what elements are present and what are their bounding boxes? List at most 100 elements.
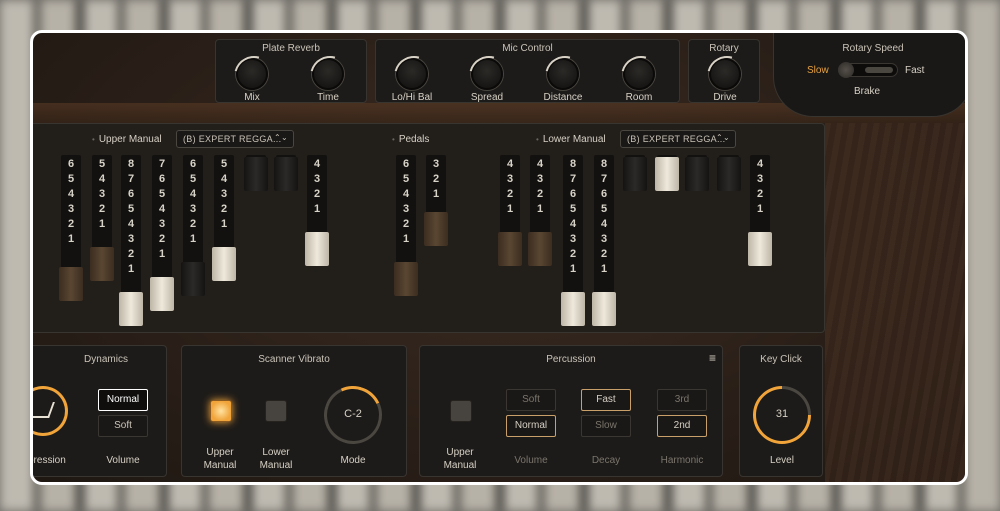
drawbar-handle[interactable] [424,212,448,246]
perc-harmonic-label: Harmonic [660,455,704,466]
perc-volume-soft-button[interactable]: Soft [506,389,556,411]
drawbar-10[interactable]: 6 5 4 3 2 1 [394,155,418,296]
drawbar-15[interactable]: 8 7 6 5 4 3 2 1 [592,155,616,326]
drawbar-handle[interactable] [274,157,298,191]
drawbar-handle[interactable] [181,262,205,296]
time-knob[interactable] [312,58,344,90]
drawbar-handle[interactable] [59,267,83,301]
volume-normal-button[interactable]: Normal [98,389,148,411]
drawbar-9[interactable]: 4 3 2 1 [305,155,329,266]
drawbar-20[interactable]: 4 3 2 1 [748,155,772,266]
dynamics-panel: Dynamics pression Normal Soft Volume [30,345,167,477]
upper-manual-preset-value: (B) EXPERT REGGA... [183,134,282,144]
drawbar-handle[interactable] [244,157,268,191]
percussion-panel: Percussion ≡ Upper Manual Soft Normal Vo… [419,345,723,477]
drawbar-7[interactable] [244,155,268,191]
percussion-upper-label: Upper Manual [443,447,477,471]
key-click-level-value: 31 [775,408,789,420]
perc-volume-normal-button[interactable]: Normal [506,415,556,437]
expression-label: pression [30,455,66,466]
drawbar-scale: 4 3 2 1 [313,158,321,215]
drawbar-handle[interactable] [623,157,647,191]
distance-label: Distance [543,92,583,103]
key-click-title: Key Click [760,354,802,365]
perc-decay-label: Decay [591,455,621,466]
drawbar-13[interactable]: 4 3 2 1 [528,155,552,266]
mix-knob[interactable] [236,58,268,90]
percussion-title: Percussion [546,354,596,365]
drive-label: Drive [713,92,737,103]
lower-manual-preset-dropdown[interactable]: (B) EXPERT REGGA... ⌃⌄ [620,130,736,148]
drawbar-8[interactable] [274,155,298,191]
perc-decay-fast-button[interactable]: Fast [581,389,631,411]
perc-harmonic-3rd-button[interactable]: 3rd [657,389,707,411]
drawbar-handle[interactable] [305,232,329,266]
drawbar-scale: 4 3 2 1 [756,158,764,215]
drawbar-handle[interactable] [592,292,616,326]
volume-soft-button[interactable]: Soft [98,415,148,437]
drawbar-handle[interactable] [498,232,522,266]
fast-label[interactable]: Fast [905,64,924,77]
dynamics-title: Dynamics [84,354,128,365]
drawbar-handle[interactable] [394,262,418,296]
rotary-speed-thumb[interactable] [838,62,854,78]
drawbar-handle[interactable] [717,157,741,191]
rotary-title: Rotary [709,43,739,54]
key-click-level-label: Level [770,455,794,466]
drawbar-scale: 6 5 4 3 2 1 [67,158,75,245]
upper-manual-vibrato-toggle[interactable] [210,400,232,422]
drawbar-16[interactable] [623,155,647,191]
lo-hi-bal-knob[interactable] [396,58,428,90]
perc-harmonic-2nd-button[interactable]: 2nd [657,415,707,437]
rotary-speed-switch[interactable] [838,62,898,78]
drawbar-handle[interactable] [90,247,114,281]
drawbar-2[interactable]: 5 4 3 2 1 [90,155,114,281]
drawbar-scale: 7 6 5 4 3 2 1 [158,158,166,260]
drawbar-handle[interactable] [561,292,585,326]
drawbar-handle[interactable] [655,157,679,191]
drawbar-handle[interactable] [528,232,552,266]
percussion-upper-toggle[interactable] [450,400,472,422]
drawbar-handle[interactable] [748,232,772,266]
drawbar-17[interactable] [655,155,679,191]
drawbar-4[interactable]: 7 6 5 4 3 2 1 [150,155,174,311]
brake-label[interactable]: Brake [854,85,880,98]
drawbar-handle[interactable] [119,292,143,326]
drawbar-14[interactable]: 8 7 6 5 4 3 2 1 [561,155,585,326]
pedals-label: Pedals [392,134,430,145]
drawbar-handle[interactable] [685,157,709,191]
spread-knob[interactable] [471,58,503,90]
drawbar-scale: 8 7 6 5 4 3 2 1 [600,158,608,275]
drawbar-1[interactable]: 6 5 4 3 2 1 [59,155,83,301]
mic-control-title: Mic Control [502,43,553,54]
drawbar-11[interactable]: 3 2 1 [424,155,448,246]
plate-reverb-title: Plate Reverb [262,43,320,54]
drawbar-handle[interactable] [212,247,236,281]
drawbar-6[interactable]: 5 4 3 2 1 [212,155,236,281]
slow-label[interactable]: Slow [807,64,829,77]
drawbar-scale: 5 4 3 2 1 [98,158,106,230]
drive-knob[interactable] [709,58,741,90]
time-label: Time [317,92,339,103]
drawbar-scale: 4 3 2 1 [506,158,514,215]
rotary-speed-track-fill [865,67,893,73]
drawbar-3[interactable]: 8 7 6 5 4 3 2 1 [119,155,143,326]
lower-manual-vibrato-toggle[interactable] [265,400,287,422]
organ-panel: Plate Reverb Mix Time Mic Control Lo/Hi … [30,30,968,485]
perc-decay-slow-button[interactable]: Slow [581,415,631,437]
drawbar-5[interactable]: 6 5 4 3 2 1 [181,155,205,296]
percussion-menu-icon[interactable]: ≡ [709,352,716,365]
upper-manual-preset-dropdown[interactable]: (B) EXPERT REGGA... ⌃⌄ [176,130,294,148]
upper-manual-label: Upper Manual [92,134,162,145]
drawbar-18[interactable] [685,155,709,191]
distance-knob[interactable] [547,58,579,90]
drawbar-scale: 5 4 3 2 1 [220,158,228,230]
drawbar-handle[interactable] [150,277,174,311]
upper-manual-vibrato-label: Upper Manual [203,447,237,471]
room-knob[interactable] [623,58,655,90]
drawbar-12[interactable]: 4 3 2 1 [498,155,522,266]
drawbar-scale: 3 2 1 [432,158,440,200]
drawbar-scale: 8 7 6 5 4 3 2 1 [127,158,135,275]
drawbar-19[interactable] [717,155,741,191]
perc-volume-label: Volume [514,455,548,466]
